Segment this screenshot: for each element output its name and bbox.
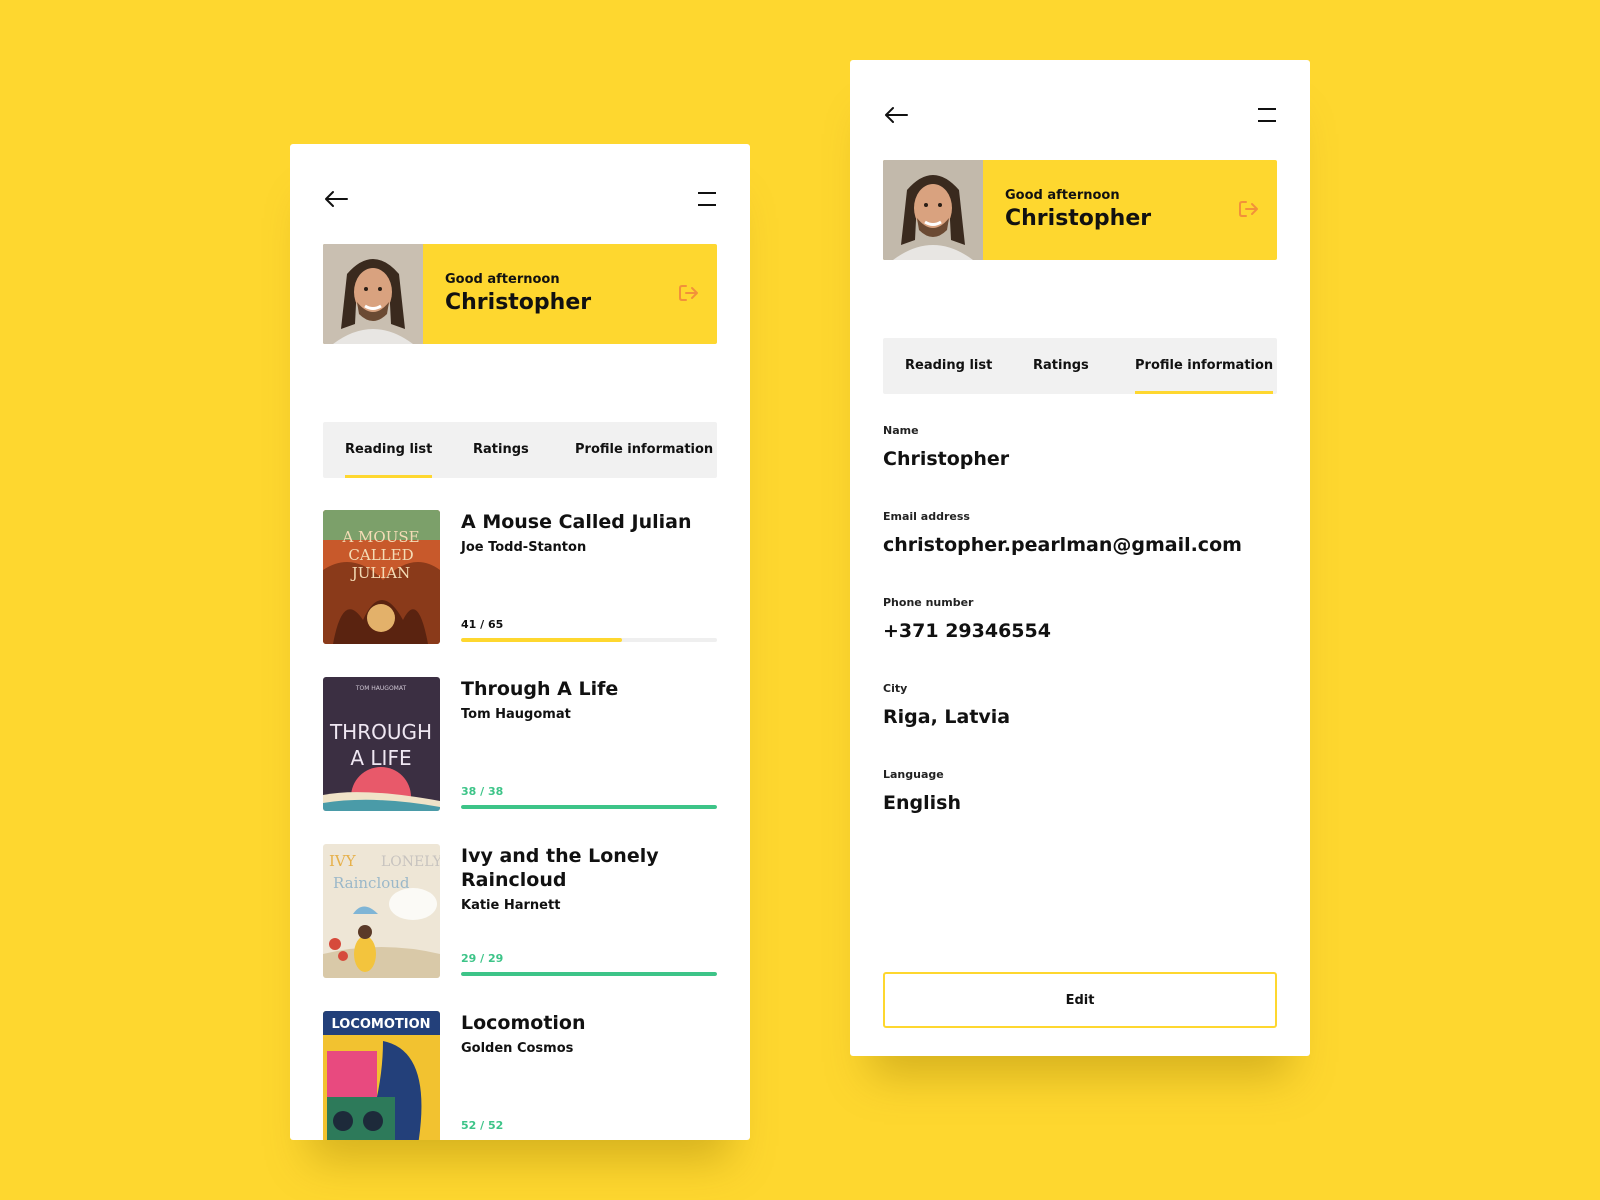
user-name: Christopher [1005,206,1152,231]
menu-icon [698,192,716,206]
book-title: A Mouse Called Julian [461,511,692,533]
tab-ratings[interactable]: Ratings [1033,338,1089,394]
book-cover: LOCOMOTION [323,1011,440,1140]
book-cover: IVY LONELY Raincloud [323,844,440,978]
book-author: Joe Todd-Stanton [461,540,587,555]
tab-ratings[interactable]: Ratings [473,422,529,478]
greeting-banner: Good afternoon Christopher [883,160,1277,260]
tab-bar: Reading list Ratings Profile information [323,422,717,478]
tab-profile-information[interactable]: Profile information [575,422,713,478]
top-bar [883,100,1277,130]
book-title: Through A Life [461,678,619,700]
arrow-left-icon [885,107,908,123]
edit-button[interactable]: Edit [883,972,1277,1028]
svg-text:CALLED: CALLED [348,546,413,564]
progress-text: 52 / 52 [461,1119,504,1132]
svg-text:LONELY: LONELY [381,854,440,870]
cover-title-line: A MOUSE [341,528,419,546]
logout-button[interactable] [1237,198,1259,220]
language-label: Language [883,768,944,781]
book-cover: A MOUSE CALLED JULIAN [323,510,440,644]
svg-text:IVY: IVY [329,852,357,870]
email-label: Email address [883,510,970,523]
svg-text:A LIFE: A LIFE [350,746,411,770]
book-author: Tom Haugomat [461,707,571,722]
tab-reading-list[interactable]: Reading list [905,338,992,394]
svg-text:JULIAN: JULIAN [350,564,411,582]
arrow-left-icon [325,191,348,207]
logout-icon [679,285,698,301]
greeting-text: Good afternoon [1005,188,1120,203]
list-item[interactable]: TOM HAUGOMAT THROUGH A LIFE Through A Li… [323,677,717,811]
svg-text:THROUGH: THROUGH [329,720,432,744]
progress-bar-fill [461,972,717,976]
back-button[interactable] [323,184,349,214]
tab-profile-information[interactable]: Profile information [1135,338,1274,394]
tab-bar: Reading list Ratings Profile information [883,338,1277,394]
email-value: christopher.pearlman@gmail.com [883,534,1242,556]
phone-label: Phone number [883,596,974,609]
name-label: Name [883,424,919,437]
book-author: Golden Cosmos [461,1041,574,1056]
progress-text: 29 / 29 [461,952,504,965]
progress-bar [461,972,717,976]
avatar [883,160,983,260]
logout-button[interactable] [677,282,699,304]
progress-bar-fill [461,805,717,809]
list-item[interactable]: IVY LONELY Raincloud Ivy and the Lonely … [323,844,717,978]
cover-author: TOM HAUGOMAT [355,685,407,692]
reading-list-screen: Good afternoon Christopher Reading list … [290,144,750,1140]
city-value: Riga, Latvia [883,706,1011,728]
city-label: City [883,682,908,695]
profile-screen: Good afternoon Christopher Reading list … [850,60,1310,1056]
svg-text:Raincloud: Raincloud [333,874,410,892]
menu-icon [1258,108,1276,122]
cover-title: LOCOMOTION [331,1017,430,1032]
list-item[interactable]: A MOUSE CALLED JULIAN A Mouse Called Jul… [323,510,717,644]
logout-icon [1239,201,1258,217]
avatar [323,244,423,344]
menu-button[interactable] [1257,100,1277,130]
language-value: English [883,792,961,814]
progress-bar [461,805,717,809]
progress-text: 41 / 65 [461,618,504,631]
progress-text: 38 / 38 [461,785,504,798]
phone-value: +371 29346554 [883,620,1051,642]
top-bar [323,184,717,214]
progress-bar-fill [461,638,623,642]
name-value: Christopher [883,448,1010,470]
menu-button[interactable] [697,184,717,214]
book-title: Locomotion [461,1012,586,1034]
book-author: Katie Harnett [461,898,561,913]
tab-reading-list[interactable]: Reading list [345,422,433,478]
progress-bar [461,638,717,642]
list-item[interactable]: LOCOMOTION Locomotion Golden Cosmos 52 /… [323,1011,717,1140]
greeting-banner: Good afternoon Christopher [323,244,717,344]
greeting-text: Good afternoon [445,272,560,287]
book-cover: TOM HAUGOMAT THROUGH A LIFE [323,677,440,811]
user-name: Christopher [445,290,592,315]
book-title: Ivy and the Lonely Raincloud [461,845,659,891]
back-button[interactable] [883,100,909,130]
